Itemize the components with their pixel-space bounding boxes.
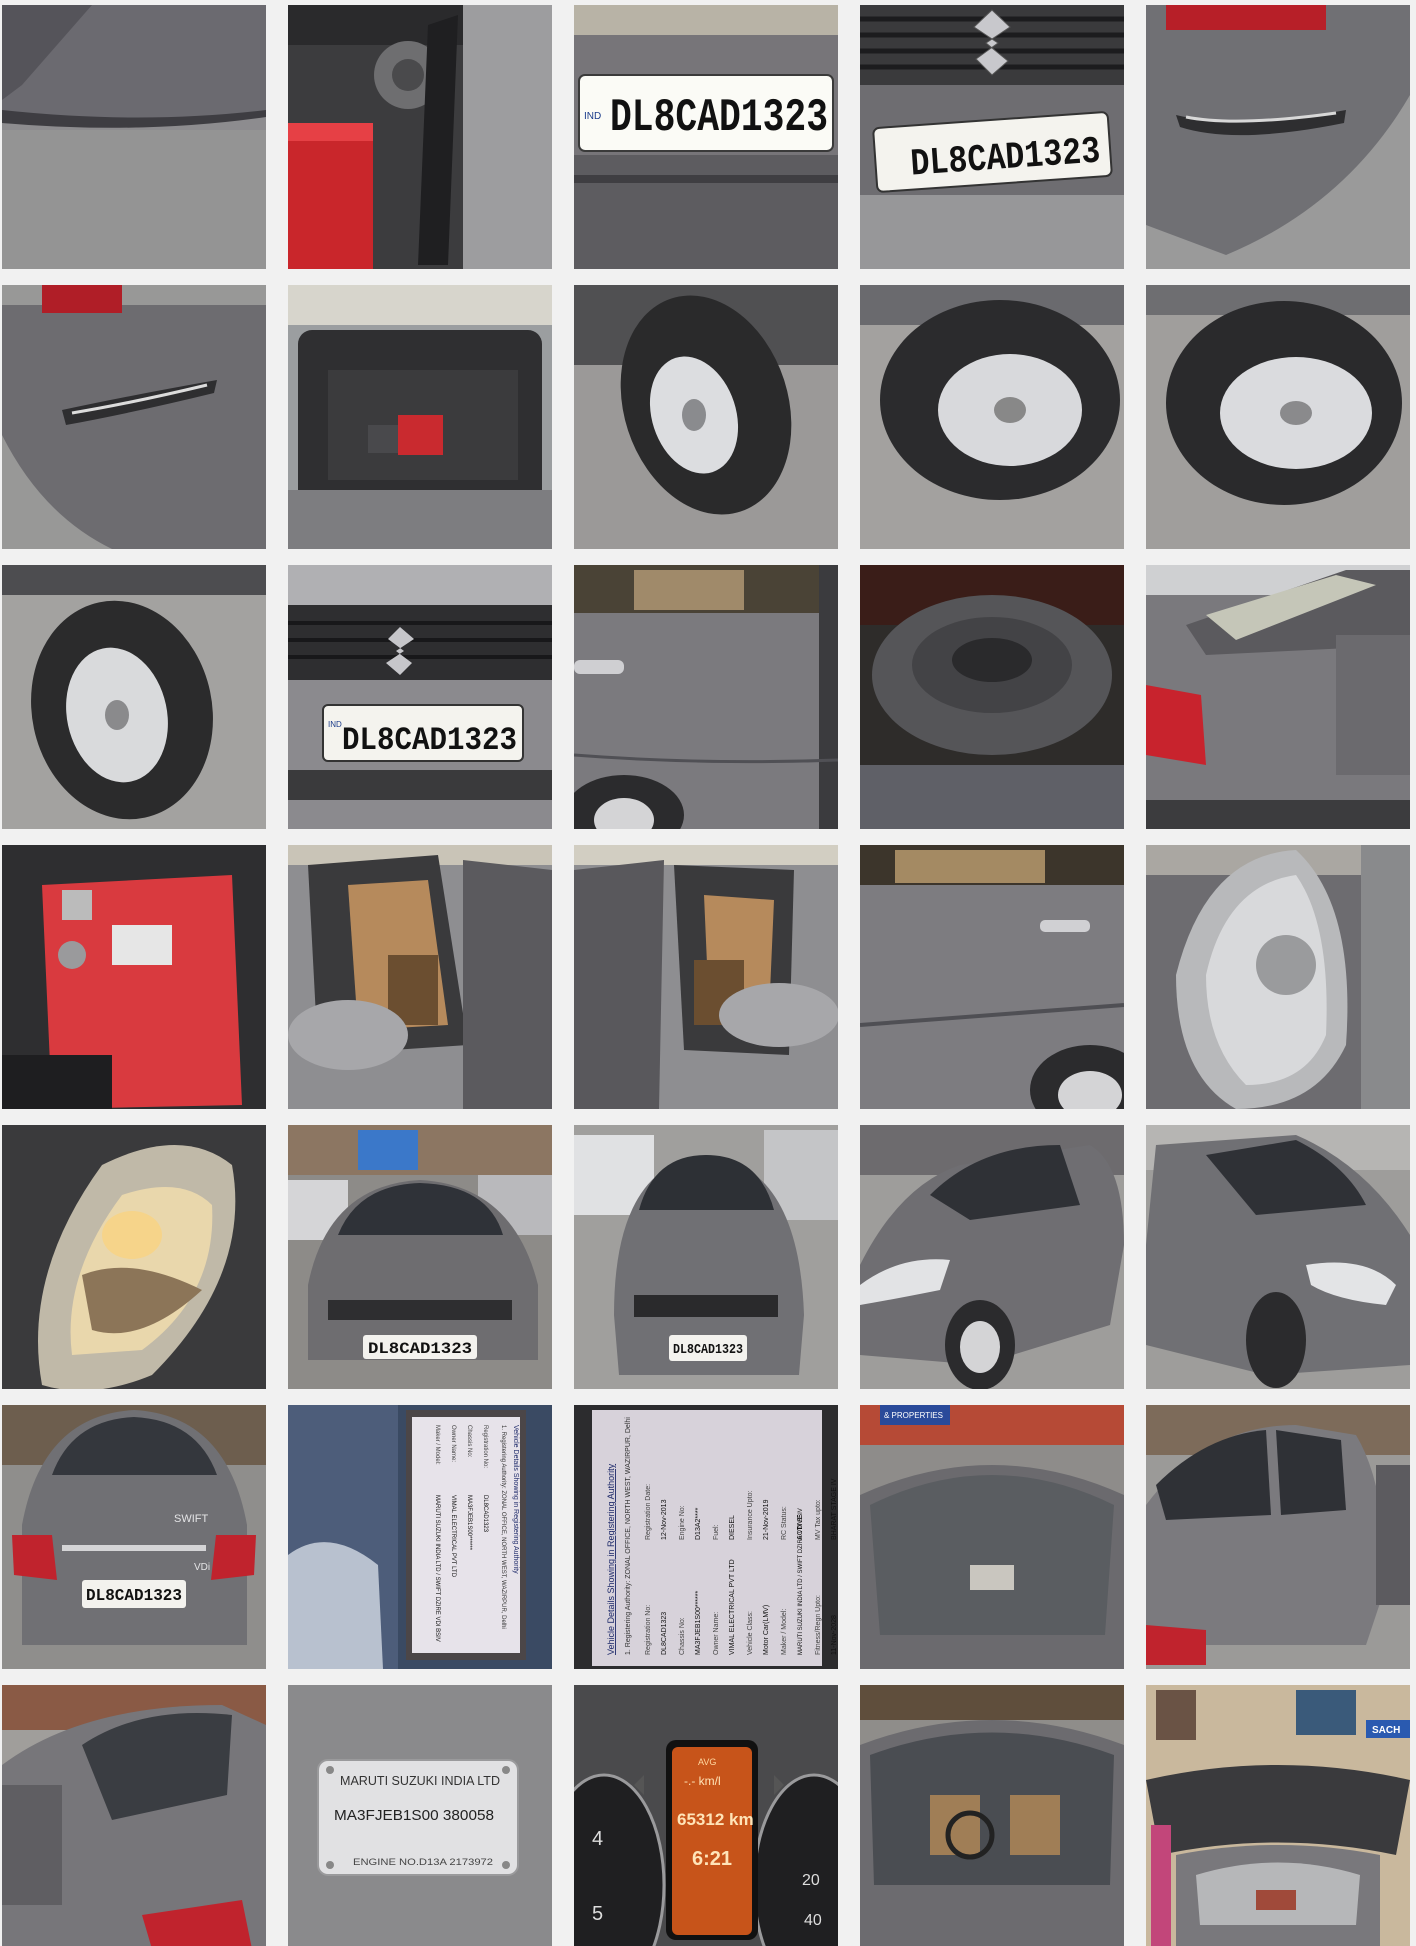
photo-front-view-parking[interactable]: DL8CAD1323: [574, 1125, 838, 1389]
photo-front-right-tyre[interactable]: [574, 285, 838, 549]
photo-front-right-three-quarter[interactable]: [1146, 1125, 1410, 1389]
photo-front-left-three-quarter[interactable]: [860, 1125, 1124, 1389]
chassis-maker-text: MARUTI SUZUKI INDIA LTD: [340, 1773, 500, 1788]
photo-front-view-street[interactable]: DL8CAD1323: [288, 1125, 552, 1389]
registration-value: 21-Nov-2019: [763, 1499, 770, 1540]
photo-right-front-door-open[interactable]: [574, 845, 838, 1109]
registration-value: ACTIVE: [797, 1514, 804, 1540]
registration-authority: 1. Registering Authority: ZONAL OFFICE, …: [500, 1425, 506, 1629]
dashboard-mode-text: AVG: [698, 1757, 716, 1767]
registration-label: Vehicle Class:: [747, 1611, 754, 1655]
photo-right-tail-lamp-roof[interactable]: [1146, 565, 1410, 829]
registration-title: Vehicle Details Showing in Registering A…: [512, 1425, 519, 1574]
photo-rear-left-tyre[interactable]: [860, 285, 1124, 549]
registration-value: MA3FJEB1S00******: [466, 1495, 472, 1551]
photo-rear-number-plate[interactable]: IND DL8CAD1323: [574, 5, 838, 269]
rear-trim-badge-text: VDi: [194, 1562, 210, 1573]
chassis-engine-text: ENGINE NO.D13A 2173972: [353, 1857, 493, 1867]
plate-number-text: DL8CAD1323: [673, 1342, 743, 1358]
plate-country-code: IND: [328, 720, 342, 729]
photo-right-side-profile[interactable]: [1146, 1405, 1410, 1669]
photo-bonnet-open[interactable]: SACH: [1146, 1685, 1410, 1946]
photo-front-grille-plate-wide[interactable]: IND DL8CAD1323: [288, 565, 552, 829]
registration-label: MV Tax upto:: [815, 1499, 822, 1540]
registration-label: Registration No:: [482, 1425, 488, 1468]
photo-engine-bay-battery-corner[interactable]: [288, 5, 552, 269]
photo-left-side-rear-quarter[interactable]: [2, 5, 266, 269]
plate-number-text: DL8CAD1323: [86, 1587, 182, 1606]
gauge-number: 4: [592, 1828, 603, 1850]
registration-value: DL8CAD1323: [482, 1495, 488, 1533]
photo-rear-view[interactable]: SWIFT VDi DL8CAD1323: [2, 1405, 266, 1669]
registration-label: Insurance Upto:: [747, 1491, 754, 1540]
registration-authority: 1. Registering Authority: ZONAL OFFICE, …: [625, 1417, 632, 1655]
photo-front-grille-number-plate[interactable]: DL8CAD1323: [860, 5, 1124, 269]
plate-number-text: DL8CAD1323: [342, 722, 517, 759]
photo-rear-right-tyre[interactable]: [1146, 285, 1410, 549]
registration-value: DIESEL: [729, 1515, 736, 1540]
photo-front-left-tyre[interactable]: [2, 565, 266, 829]
registration-label: Engine No:: [679, 1505, 686, 1540]
photo-right-rear-door[interactable]: [574, 565, 838, 829]
registration-label: Maker / Model:: [781, 1609, 788, 1655]
gauge-number: 40: [804, 1912, 822, 1929]
registration-label: Registration No:: [645, 1605, 652, 1655]
photo-left-headlamp[interactable]: [2, 1125, 266, 1389]
dashboard-odometer-text: 65312 km: [677, 1810, 754, 1829]
registration-value: Motor Car(LMV): [763, 1605, 770, 1655]
plate-country-code: IND: [584, 111, 601, 122]
photo-spare-wheel-well[interactable]: [860, 565, 1124, 829]
registration-value: 12-Nov-2013: [661, 1499, 668, 1540]
registration-value: VIMAL ELECTRICAL PVT LTD: [729, 1559, 736, 1655]
registration-label: Registration Date:: [645, 1484, 652, 1540]
photo-right-headlamp[interactable]: [1146, 845, 1410, 1109]
registration-value: MARUTI SUZUKI INDIA LTD / SWIFT DZIRE VD…: [434, 1495, 440, 1642]
photo-open-boot[interactable]: [288, 285, 552, 549]
registration-label: RC Status:: [781, 1506, 788, 1540]
photo-left-rear-three-quarter[interactable]: [2, 1685, 266, 1946]
photo-chassis-plate[interactable]: MARUTI SUZUKI INDIA LTD MA3FJEB1S00 3800…: [288, 1685, 552, 1946]
dashboard-avg-text: -.- km/l: [684, 1774, 721, 1788]
storefront-sign-text: SACH: [1372, 1725, 1400, 1736]
photo-left-front-door-open[interactable]: [288, 845, 552, 1109]
photo-battery-closeup[interactable]: [2, 845, 266, 1109]
registration-value: DL8CAD1323: [661, 1612, 668, 1655]
registration-value: MA3FJEB1S00******: [695, 1591, 702, 1655]
registration-value: BHARAT STAGE IV: [831, 1478, 838, 1540]
photo-rear-bumper-left[interactable]: [2, 285, 266, 549]
photo-rear-bumper-right[interactable]: [1146, 5, 1410, 269]
dashboard-clock-text: 6:21: [692, 1848, 732, 1870]
photo-gallery-grid: IND DL8CAD1323 DL8CAD1323 IND DL8CAD1323…: [0, 0, 1416, 1946]
registration-label: Maker / Model:: [434, 1425, 440, 1465]
photo-registration-screen-sideways[interactable]: Vehicle Details Showing in Registering A…: [288, 1405, 552, 1669]
plate-number-text: DL8CAD1323: [610, 92, 828, 144]
photo-registration-screen[interactable]: Vehicle Details Showing in Registering A…: [574, 1405, 838, 1669]
plate-number-text: DL8CAD1323: [368, 1340, 472, 1358]
registration-value: D13A2****: [695, 1507, 702, 1540]
registration-label: Owner Name:: [713, 1612, 720, 1655]
photo-cabin-through-windshield[interactable]: [860, 1685, 1124, 1946]
registration-title: Vehicle Details Showing in Registering A…: [606, 1463, 616, 1655]
registration-label: Chassis No:: [466, 1425, 472, 1458]
registration-label: Owner Name:: [450, 1425, 456, 1462]
registration-value: 11-Nov-2028: [831, 1615, 838, 1655]
gauge-number: 20: [802, 1872, 820, 1889]
storefront-sign-text: & PROPERTIES: [884, 1411, 943, 1420]
photo-left-rear-door[interactable]: [860, 845, 1124, 1109]
rear-model-badge-text: SWIFT: [174, 1513, 208, 1525]
registration-label: Chassis No:: [679, 1617, 686, 1655]
registration-label: Fitness/Regn Upto:: [815, 1595, 822, 1655]
photo-windshield-interior[interactable]: & PROPERTIES: [860, 1405, 1124, 1669]
registration-value: VIMAL ELECTRICAL PVT LTD: [450, 1495, 456, 1578]
registration-label: Fuel:: [713, 1524, 720, 1540]
photo-instrument-cluster[interactable]: 4 5 20 40 AVG -.- km/l 65312 km 6:21: [574, 1685, 838, 1946]
chassis-vin-text: MA3FJEB1S00 380058: [334, 1807, 494, 1824]
gauge-number: 5: [592, 1903, 603, 1925]
